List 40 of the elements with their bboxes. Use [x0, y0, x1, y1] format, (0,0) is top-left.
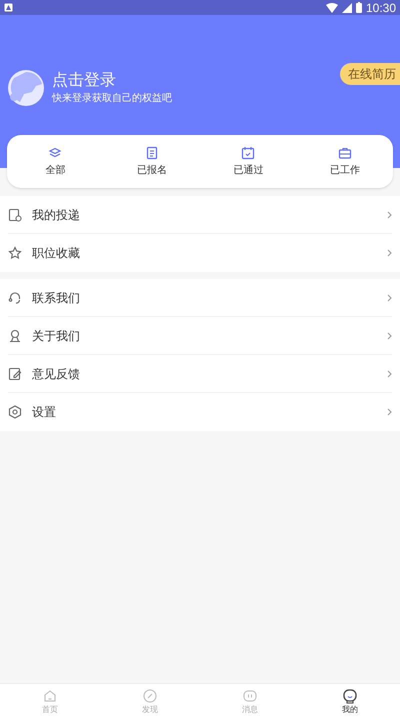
briefcase-icon [338, 146, 352, 160]
wifi-icon [326, 2, 338, 12]
calendar-icon [241, 146, 256, 160]
shortcut-button[interactable]: 已工作 [296, 135, 393, 188]
chat-icon [242, 688, 258, 704]
headset-icon [8, 290, 22, 304]
document-icon [144, 146, 159, 160]
compass-icon [142, 688, 158, 704]
notification-icon [4, 3, 13, 12]
menu-item[interactable]: 设置 [8, 393, 392, 431]
chevron-right-icon [387, 408, 392, 416]
chevron-right-icon [387, 332, 392, 340]
chevron-right-icon [387, 210, 392, 218]
person-icon [8, 328, 22, 342]
chevron-right-icon [387, 370, 392, 378]
star-icon [8, 246, 22, 260]
menu-item[interactable]: 意见反馈 [8, 355, 392, 393]
menu-item[interactable]: 我的投递 [8, 196, 392, 234]
menu-item[interactable]: 职位收藏 [8, 234, 392, 272]
chevron-right-icon [387, 249, 392, 257]
login-subtitle: 快来登录获取自己的权益吧 [52, 92, 172, 106]
signal-icon [342, 2, 352, 12]
status-time: 10:30 [366, 2, 396, 14]
layers-icon [48, 146, 62, 160]
avatar-icon [8, 70, 44, 106]
shortcut-button[interactable]: 已通过 [200, 135, 296, 188]
battery-icon [356, 2, 362, 13]
smiley-icon [342, 688, 358, 704]
shortcut-button[interactable]: 全部 [7, 135, 104, 188]
online-resume-button[interactable]: 在线简历 [340, 63, 400, 85]
shortcut-button[interactable]: 已报名 [104, 135, 200, 188]
edit-icon [8, 366, 22, 380]
login-title[interactable]: 点击登录 [52, 70, 172, 92]
document-icon [8, 208, 22, 222]
chevron-right-icon [387, 294, 392, 302]
hexagon-icon [8, 405, 22, 419]
home-icon [42, 688, 58, 704]
menu-item[interactable]: 关于我们 [8, 317, 392, 355]
nav-tab[interactable]: 我的 [300, 684, 400, 719]
menu-item[interactable]: 联系我们 [8, 279, 392, 317]
